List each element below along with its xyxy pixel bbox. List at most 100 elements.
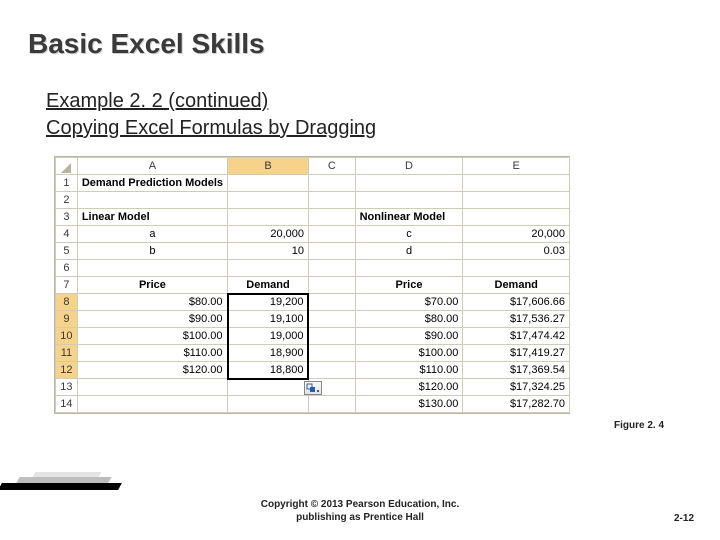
cell-c3[interactable] [308, 209, 355, 226]
cell-d6[interactable] [355, 260, 463, 277]
subtitle-line-1: Example 2. 2 (continued) [46, 88, 720, 115]
cell-a1[interactable]: Demand Prediction Models [77, 175, 227, 192]
cell-e3[interactable] [463, 209, 570, 226]
select-all-corner[interactable] [56, 158, 78, 175]
cell-e14[interactable]: $17,282.70 [463, 396, 570, 413]
row-header-7[interactable]: 7 [56, 277, 78, 294]
row-header-6[interactable]: 6 [56, 260, 78, 277]
row-header-4[interactable]: 4 [56, 226, 78, 243]
row-header-10[interactable]: 10 [56, 328, 78, 345]
column-header-c[interactable]: C [308, 158, 355, 175]
cell-b2[interactable] [228, 192, 309, 209]
column-header-e[interactable]: E [463, 158, 570, 175]
cell-c5[interactable] [308, 243, 355, 260]
cell-b13[interactable] [228, 379, 309, 396]
cell-a10[interactable]: $100.00 [77, 328, 227, 345]
cell-a11[interactable]: $110.00 [77, 345, 227, 362]
cell-b11[interactable]: 18,900 [228, 345, 309, 362]
column-header-a[interactable]: A [77, 158, 227, 175]
cell-c10[interactable] [308, 328, 355, 345]
cell-e13[interactable]: $17,324.25 [463, 379, 570, 396]
cell-b6[interactable] [228, 260, 309, 277]
cell-c8[interactable] [308, 294, 355, 311]
cell-d7[interactable]: Price [355, 277, 463, 294]
cell-c1[interactable] [308, 175, 355, 192]
cell-d8[interactable]: $70.00 [355, 294, 463, 311]
cell-c2[interactable] [308, 192, 355, 209]
row-header-3[interactable]: 3 [56, 209, 78, 226]
cell-b4[interactable]: 20,000 [228, 226, 309, 243]
cell-d1[interactable] [355, 175, 463, 192]
cell-d11[interactable]: $100.00 [355, 345, 463, 362]
cell-c11[interactable] [308, 345, 355, 362]
row-header-5[interactable]: 5 [56, 243, 78, 260]
cell-b7[interactable]: Demand [228, 277, 309, 294]
cell-d3[interactable]: Nonlinear Model [355, 209, 463, 226]
row-header-9[interactable]: 9 [56, 311, 78, 328]
cell-e2[interactable] [463, 192, 570, 209]
cell-c6[interactable] [308, 260, 355, 277]
copyright-line-1: Copyright © 2013 Pearson Education, Inc. [261, 499, 460, 510]
excel-screenshot: A B C D E 1 Demand Prediction Models 2 3… [54, 156, 570, 414]
cell-b9[interactable]: 19,100 [228, 311, 309, 328]
column-header-b[interactable]: B [228, 158, 309, 175]
cell-d13[interactable]: $120.00 [355, 379, 463, 396]
column-header-d[interactable]: D [355, 158, 463, 175]
row-header-14[interactable]: 14 [56, 396, 78, 413]
cell-b8[interactable]: 19,200 [228, 294, 309, 311]
cell-b12[interactable]: 18,800 [228, 362, 309, 379]
cell-e4[interactable]: 20,000 [463, 226, 570, 243]
cell-a13[interactable] [77, 379, 227, 396]
cell-a5[interactable]: b [77, 243, 227, 260]
cell-a7[interactable]: Price [77, 277, 227, 294]
cell-b3[interactable] [228, 209, 309, 226]
cell-e10[interactable]: $17,474.42 [463, 328, 570, 345]
cell-a12[interactable]: $120.00 [77, 362, 227, 379]
row-header-1[interactable]: 1 [56, 175, 78, 192]
row-header-2[interactable]: 2 [56, 192, 78, 209]
cell-c9[interactable] [308, 311, 355, 328]
cell-b14[interactable] [228, 396, 309, 413]
cell-d4[interactable]: c [355, 226, 463, 243]
row-header-13[interactable]: 13 [56, 379, 78, 396]
slide-accent-decoration [0, 464, 140, 490]
cell-d9[interactable]: $80.00 [355, 311, 463, 328]
cell-c4[interactable] [308, 226, 355, 243]
cell-c7[interactable] [308, 277, 355, 294]
row-header-8[interactable]: 8 [56, 294, 78, 311]
cell-a8[interactable]: $80.00 [77, 294, 227, 311]
cell-a14[interactable] [77, 396, 227, 413]
cell-a2[interactable] [77, 192, 227, 209]
cell-a6[interactable] [77, 260, 227, 277]
cell-e11[interactable]: $17,419.27 [463, 345, 570, 362]
cell-a3[interactable]: Linear Model [77, 209, 227, 226]
cell-b10[interactable]: 19,000 [228, 328, 309, 345]
cell-e12[interactable]: $17,369.54 [463, 362, 570, 379]
cell-e6[interactable] [463, 260, 570, 277]
cell-b5[interactable]: 10 [228, 243, 309, 260]
cell-a4[interactable]: a [77, 226, 227, 243]
slide-footer: Copyright © 2013 Pearson Education, Inc.… [0, 499, 720, 524]
cell-e8[interactable]: $17,606.66 [463, 294, 570, 311]
row-header-11[interactable]: 11 [56, 345, 78, 362]
subtitle-line-2: Copying Excel Formulas by Dragging [46, 115, 720, 142]
copyright-text: Copyright © 2013 Pearson Education, Inc.… [0, 499, 720, 524]
cell-e5[interactable]: 0.03 [463, 243, 570, 260]
cell-a9[interactable]: $90.00 [77, 311, 227, 328]
cell-e1[interactable] [463, 175, 570, 192]
cell-e9[interactable]: $17,536.27 [463, 311, 570, 328]
slide-title: Basic Excel Skills [0, 0, 720, 60]
cell-c12[interactable] [308, 362, 355, 379]
autofill-options-icon [306, 383, 320, 393]
autofill-options-button[interactable] [304, 381, 322, 395]
cell-e7[interactable]: Demand [463, 277, 570, 294]
cell-d10[interactable]: $90.00 [355, 328, 463, 345]
spreadsheet-grid: A B C D E 1 Demand Prediction Models 2 3… [55, 157, 570, 413]
cell-b1[interactable] [228, 175, 309, 192]
cell-d14[interactable]: $130.00 [355, 396, 463, 413]
row-header-12[interactable]: 12 [56, 362, 78, 379]
cell-d12[interactable]: $110.00 [355, 362, 463, 379]
cell-d2[interactable] [355, 192, 463, 209]
cell-c14[interactable] [308, 396, 355, 413]
cell-d5[interactable]: d [355, 243, 463, 260]
